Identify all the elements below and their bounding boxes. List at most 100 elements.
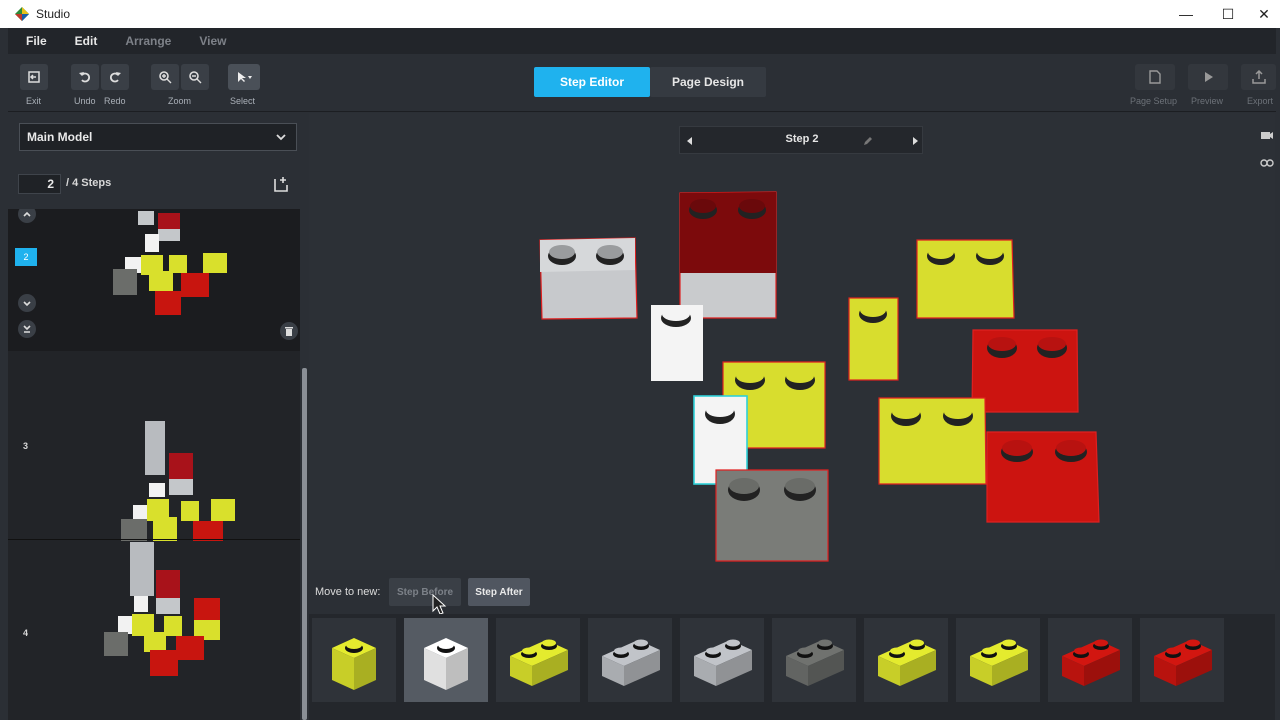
mouse-cursor-icon (432, 594, 447, 615)
model-dropdown-value: Main Model (27, 130, 93, 144)
brick-1x2-icon (786, 639, 844, 686)
chevron-up-icon (23, 211, 31, 217)
step-number: 3 (23, 441, 29, 451)
step-after-button[interactable]: Step After (468, 578, 530, 606)
yellow-small-brick[interactable] (848, 297, 899, 381)
redo-icon (109, 72, 121, 83)
undo-button[interactable] (71, 64, 99, 90)
redo-button[interactable] (101, 64, 129, 90)
step-thumbnail-list: 2 3 4 (8, 209, 300, 720)
part-tile-yellow-1x1-brick[interactable] (312, 618, 396, 702)
export-label: Export (1247, 96, 1274, 106)
zoom-in-icon (159, 71, 172, 84)
tab-step-editor[interactable]: Step Editor (534, 67, 650, 97)
red-brick[interactable] (971, 329, 1079, 413)
total-steps-label: / 4 Steps (66, 177, 112, 189)
brick-1x2-icon (878, 639, 936, 686)
bricks-scene (539, 191, 1100, 562)
page-setup-button[interactable] (1135, 64, 1175, 90)
title-bar: Studio — ☐ ✕ (0, 0, 1280, 28)
studio-logo-icon (15, 7, 29, 21)
menu-view[interactable]: View (185, 34, 240, 48)
step-thumbnail-4[interactable]: 4 (8, 539, 300, 720)
part-tile-white-1x1-brick[interactable] (404, 618, 488, 702)
trash-icon (285, 327, 293, 336)
play-icon (1205, 72, 1213, 82)
menu-edit[interactable]: Edit (61, 34, 112, 48)
model-viewport[interactable]: Step 2 (309, 113, 1275, 570)
preview-button[interactable] (1188, 64, 1228, 90)
part-tile-red-1x2-brick[interactable] (1140, 618, 1224, 702)
close-icon: ✕ (1258, 5, 1270, 22)
part-tile-light-gray-1x2-brick[interactable] (680, 618, 764, 702)
red-brick[interactable] (986, 431, 1100, 523)
step-badge: 2 (15, 248, 37, 266)
double-chevron-down-icon (23, 325, 31, 333)
move-to-new-label: Move to new: (315, 586, 381, 598)
undo-label: Undo (74, 96, 96, 106)
current-step-field[interactable]: 2 (18, 174, 61, 194)
export-button[interactable] (1241, 64, 1276, 90)
brick-1x2-icon (1062, 639, 1120, 686)
step-before-button[interactable]: Step Before (389, 578, 461, 606)
menu-file[interactable]: File (8, 34, 61, 48)
maximize-button[interactable]: ☐ (1206, 0, 1250, 28)
maximize-icon: ☐ (1221, 5, 1235, 22)
menu-arrange[interactable]: Arrange (111, 34, 185, 48)
minimize-icon: — (1179, 6, 1193, 22)
move-to-step-bar: Move to new: Step Before Step After (309, 570, 1275, 615)
tab-page-design[interactable]: Page Design (650, 67, 766, 97)
exit-button[interactable] (20, 64, 48, 90)
brick-1x2-icon (970, 639, 1028, 686)
select-tool-button[interactable] (228, 64, 260, 90)
step-4-preview-icon (104, 542, 220, 676)
menu-bar: File Edit Arrange View (8, 28, 1276, 54)
step-2-preview-icon (113, 211, 227, 315)
brick-1x1-icon (424, 638, 468, 690)
step-thumbnail-3[interactable]: 3 (8, 351, 300, 541)
brick-1x1-icon (332, 638, 376, 690)
zoom-out-button[interactable] (181, 64, 209, 90)
dark-gray-brick[interactable] (715, 469, 829, 562)
page-setup-label: Page Setup (1130, 96, 1178, 106)
part-tile-yellow-1x2-brick[interactable] (956, 618, 1040, 702)
last-step-button[interactable] (18, 320, 36, 338)
window-title: Studio (36, 7, 71, 21)
dark-red-brick[interactable] (679, 191, 777, 319)
next-step-button[interactable] (18, 294, 36, 312)
zoom-in-button[interactable] (151, 64, 179, 90)
yellow-brick[interactable] (916, 239, 1015, 319)
close-button[interactable]: ✕ (1248, 0, 1280, 28)
exit-icon (28, 71, 40, 83)
model-dropdown[interactable]: Main Model (19, 123, 297, 151)
minimize-button[interactable]: — (1164, 0, 1208, 28)
delete-step-button[interactable] (280, 322, 298, 340)
step-thumbnail-2[interactable]: 2 (8, 209, 300, 351)
part-tile-yellow-1x2-brick[interactable] (496, 618, 580, 702)
part-tile-light-gray-1x2-brick[interactable] (588, 618, 672, 702)
scroll-up-button[interactable] (18, 209, 36, 223)
brick-1x2-icon (694, 639, 752, 686)
step-3-preview-icon (121, 421, 235, 541)
part-tile-yellow-1x2-brick[interactable] (864, 618, 948, 702)
redo-label: Redo (104, 96, 126, 106)
step-number: 4 (23, 628, 29, 638)
part-tile-dark-gray-1x2-brick[interactable] (772, 618, 856, 702)
exit-label: Exit (26, 96, 42, 106)
sidebar-scrollbar-thumb[interactable] (302, 368, 307, 720)
select-label: Select (230, 96, 256, 106)
page-icon (1149, 70, 1161, 84)
add-step-icon[interactable] (273, 175, 291, 193)
brick-1x2-icon (510, 639, 568, 686)
part-tile-red-1x2-brick[interactable] (1048, 618, 1132, 702)
yellow-brick[interactable] (878, 397, 987, 485)
preview-label: Preview (1191, 96, 1224, 106)
brick-1x2-icon (602, 639, 660, 686)
studio-window: Studio — ☐ ✕ File Edit Arrange View Exit… (0, 0, 1280, 720)
toolbar: Exit Undo Redo Zoom Select Step Editor P… (8, 54, 1276, 112)
white-brick[interactable] (651, 305, 703, 381)
chevron-down-icon (276, 134, 286, 141)
parts-palette (309, 614, 1275, 720)
light-gray-brick[interactable] (539, 237, 638, 320)
zoom-out-icon (189, 71, 202, 84)
